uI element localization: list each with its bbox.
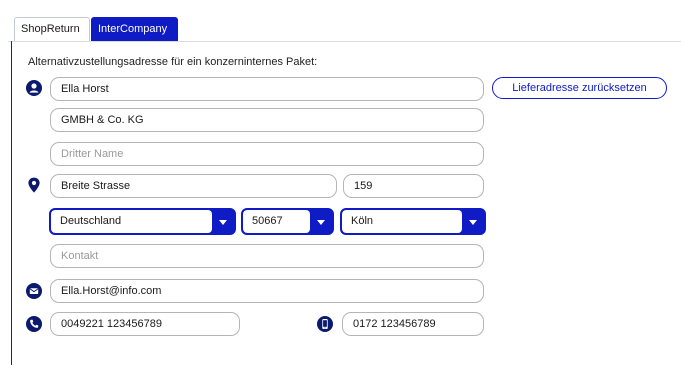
tab-intercompany[interactable]: InterCompany [91, 17, 178, 41]
tab-shopreturn[interactable]: ShopReturn [14, 17, 90, 41]
phone-field[interactable]: 0049221 123456789 [50, 312, 240, 336]
chevron-down-icon [462, 210, 484, 233]
city-value: Köln [342, 210, 462, 233]
postal-code-value: 50667 [243, 210, 310, 233]
phone-icon [26, 316, 42, 332]
form-heading: Alternativzustellungsadresse für ein kon… [28, 56, 318, 68]
person-icon [26, 80, 42, 96]
name-field[interactable]: Ella Horst [50, 77, 484, 101]
location-pin-icon [28, 177, 40, 193]
reset-delivery-address-button[interactable]: Lieferadresse zurücksetzen [492, 77, 667, 99]
mobile-phone-icon [317, 316, 333, 332]
country-value: Deutschland [51, 210, 212, 233]
country-select[interactable]: Deutschland [49, 208, 236, 235]
envelope-icon [26, 283, 42, 299]
chevron-down-icon [310, 210, 332, 233]
tab-bar: ShopReturn InterCompany [8, 0, 681, 42]
city-select[interactable]: Köln [340, 208, 486, 235]
third-name-field[interactable]: Dritter Name [50, 142, 484, 166]
mobile-field[interactable]: 0172 123456789 [342, 312, 484, 336]
postal-code-select[interactable]: 50667 [241, 208, 334, 235]
chevron-down-icon [212, 210, 234, 233]
company-field[interactable]: GMBH & Co. KG [50, 108, 484, 132]
street-field[interactable]: Breite Strasse [50, 174, 337, 198]
email-field[interactable]: Ella.Horst@info.com [50, 279, 484, 303]
house-number-field[interactable]: 159 [343, 174, 484, 198]
contact-field[interactable]: Kontakt [50, 244, 484, 268]
